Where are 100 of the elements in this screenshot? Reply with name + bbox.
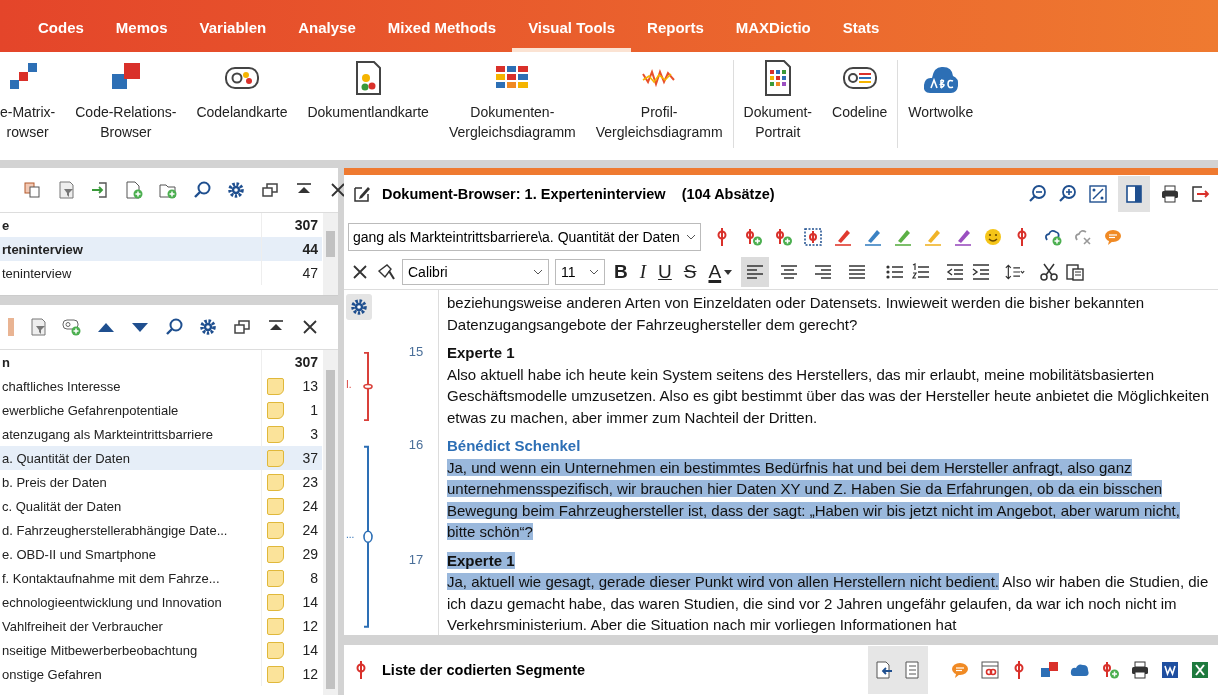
font-field[interactable]: Calibri (402, 259, 549, 285)
paragraph-text: Ja, aktuell wie gesagt, gerade dieser Punkt wird von allen Herstellern nicht bedient. Also wir haben die Studien, die ich dazu gemacht habe, das waren Studien, die sind vor 2 Jahren ungefähr gelaufen, da war ich noch nicht im Verkehrsministerium. Aber die Situation nach mir vorliegen Informationen hat (447, 572, 1210, 635)
window-title: Dokument-Browser: 1. Experteninterview (382, 186, 666, 202)
code-row[interactable]: Vahlfreiheit der Verbraucher 12 (0, 614, 322, 638)
highlighter-icon[interactable] (862, 227, 883, 247)
scissors-icon[interactable] (1039, 262, 1060, 282)
highlighter-icon[interactable] (892, 227, 913, 247)
paragraph-text: beziehungsweise anderen Arten von Einzeldaten oder Datensets. Inwieweit werden die bisher bekannten Datenzugangsangebote der Fahrzeughersteller dem gerecht? (447, 293, 1146, 335)
ribbon-button[interactable]: Code-Relations- Browser (65, 60, 187, 148)
paragraph-number: 16 (408, 437, 424, 452)
printer-icon[interactable] (1130, 660, 1150, 680)
code-row[interactable]: e. OBD-II und Smartphone 29 (0, 542, 322, 566)
ribbon-button[interactable]: Dokument- Portrait (732, 60, 823, 148)
chevron-icon (589, 269, 599, 275)
percent-icon[interactable] (1088, 184, 1108, 204)
edit-icon[interactable] (352, 184, 372, 204)
ribbon-button[interactable]: Profil- Vergleichsdiagramm (585, 60, 733, 148)
format-brush-icon[interactable] (376, 262, 396, 282)
menu-tab[interactable]: Analyse (282, 7, 372, 52)
outdent-icon[interactable] (945, 262, 966, 282)
zoom-in-icon[interactable] (1058, 184, 1078, 204)
bold-button[interactable]: B (611, 261, 631, 283)
restore-window-icon[interactable] (232, 317, 252, 337)
import-icon[interactable] (90, 180, 110, 200)
search-icon[interactable] (192, 180, 212, 200)
code-row[interactable]: nseitige Mitbewerberbeobachtung 14 (0, 638, 322, 662)
add-code-pin-icon[interactable] (1100, 660, 1120, 680)
indent-icon[interactable] (971, 262, 992, 282)
code-row[interactable]: echnologieentwicklung und Innovation 14 (0, 590, 322, 614)
menu-tab[interactable]: Variablen (183, 7, 283, 52)
filter-icon[interactable] (56, 180, 76, 200)
code-row[interactable]: a. Quantität der Daten 37 (0, 446, 322, 470)
ribbon-button[interactable]: Wortwolke (897, 60, 984, 148)
table-icon[interactable] (980, 660, 1000, 680)
ribbon-button[interactable]: Codeline (822, 60, 898, 148)
panel-icon[interactable] (1124, 184, 1144, 204)
code-row[interactable]: c. Qualität der Daten 24 (0, 494, 322, 518)
code-row[interactable]: atenzugang als Markteintrittsbarriere 3 (0, 422, 322, 446)
document-icon[interactable] (1160, 660, 1180, 680)
coding-stripe[interactable] (362, 352, 374, 421)
ribbon-button[interactable]: Dokumenten- Vergleichsdiagramm (438, 60, 586, 148)
strikethrough-button[interactable]: S (680, 261, 700, 283)
panel-toggle[interactable] (1118, 176, 1150, 212)
speaker-name: Experte 1 (447, 551, 515, 569)
code-dropdown[interactable]: gang als Markteintrittsbarriere\a. Quantität der Daten (348, 223, 701, 251)
printer-icon[interactable] (1160, 184, 1180, 204)
list-header: e (1, 217, 11, 233)
code-row[interactable]: b. Preis der Daten 23 (0, 470, 322, 494)
code-row[interactable]: ewerbliche Gefahrenpotentiale 1 (0, 398, 322, 422)
chevron-icon (533, 269, 543, 275)
font-size-field[interactable]: 11 (555, 259, 605, 285)
paragraph-text: Also aktuell habe ich heute kein System seitens des Herstellers, das mir erlaubt, meine mobilitätsbasierten Geschäftsmodelle umzusetzen. Also es gibt bestimmt über das was der Hersteller heute anbietet die Möglichkeiten etwas zu machen, aber immer zum Nachteil der Dritten. (447, 364, 1210, 428)
search-icon[interactable] (164, 317, 184, 337)
add-code-icon[interactable] (62, 317, 82, 337)
speaker-name: Bénédict Schenkel (447, 437, 581, 454)
zoom-out-icon[interactable] (1028, 184, 1048, 204)
settings-icon[interactable] (198, 317, 218, 337)
code-row[interactable]: f. Kontaktaufnahme mit dem Fahrze... 8 (0, 566, 322, 590)
document-row[interactable]: rteninterview 44 (0, 237, 322, 261)
code-label: I. (346, 378, 352, 390)
export-icon[interactable] (874, 660, 894, 680)
caret-icon (724, 270, 733, 276)
settings-icon[interactable] (226, 180, 246, 200)
menu-tab[interactable]: Memos (99, 7, 184, 52)
paste-icon[interactable] (1065, 262, 1086, 282)
count-header: 307 (293, 354, 319, 370)
numbered-list-icon[interactable] (911, 262, 932, 282)
filter-icon[interactable] (28, 317, 48, 337)
highlighter-icon[interactable] (832, 227, 853, 247)
underline-button[interactable]: U (655, 261, 675, 283)
code-row[interactable]: chaftliches Interesse 13 (0, 374, 322, 398)
menu-tab[interactable]: Codes (22, 7, 100, 52)
list-icon[interactable] (902, 660, 922, 680)
line-spacing-icon[interactable] (1005, 262, 1026, 282)
ribbon-button[interactable]: e-Matrix- rowser (0, 60, 66, 148)
restore-window-icon[interactable] (260, 180, 280, 200)
ribbon-button[interactable]: Dokumentlandkarte (297, 60, 439, 148)
scrollbar[interactable] (323, 350, 338, 695)
align-button[interactable] (741, 257, 770, 287)
ribbon-button[interactable]: Codelandkarte (186, 60, 298, 148)
code-row[interactable]: onstige Gefahren 12 (0, 662, 322, 686)
paragraph-number: 17 (408, 551, 424, 567)
coding-stripe[interactable] (362, 445, 374, 629)
add-document-icon[interactable] (124, 180, 144, 200)
squares-icon[interactable] (1040, 660, 1060, 680)
code-pin-frame-icon[interactable] (802, 227, 823, 247)
speaker-name: Experte 1 (447, 344, 515, 361)
menu-tab[interactable]: Mixed Methods (371, 7, 513, 52)
smiley-icon[interactable] (982, 227, 1003, 247)
font-color-button[interactable]: A (705, 261, 736, 283)
scrollbar[interactable] (323, 213, 338, 295)
count-header: 307 (293, 217, 319, 233)
copy-icon[interactable] (22, 180, 42, 200)
document-row[interactable]: teninterview 47 (0, 261, 322, 285)
panel-title: Liste der codierten Segmente (382, 662, 586, 678)
exit-icon[interactable] (1190, 184, 1210, 204)
highlighter-icon[interactable] (952, 227, 973, 247)
code-row[interactable]: d. Fahrzeugherstellerabhängige Date... 24 (0, 518, 322, 542)
italic-button[interactable]: I (636, 261, 650, 283)
spreadsheet-icon[interactable] (1190, 660, 1210, 680)
